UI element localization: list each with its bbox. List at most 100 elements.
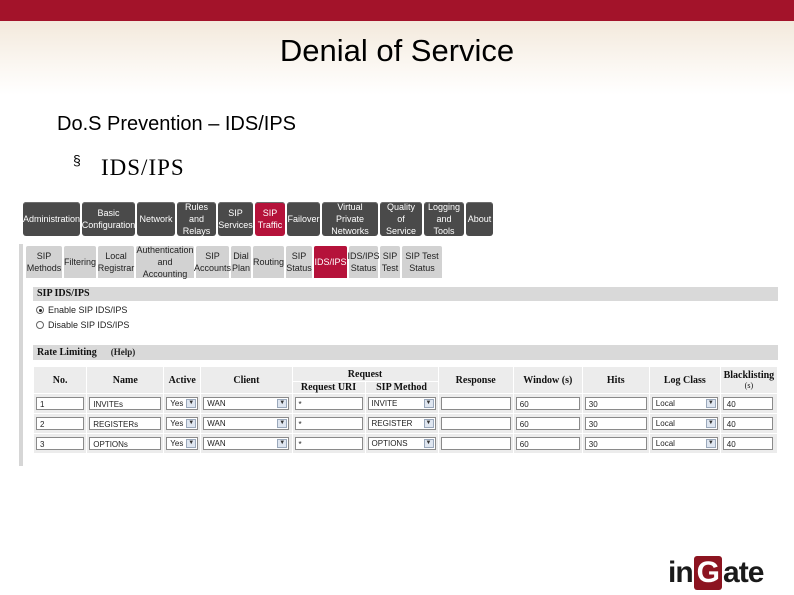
top-nav-failover[interactable]: Failover [287, 202, 320, 236]
client-select[interactable]: WAN ▼ [203, 397, 290, 410]
top-nav-rules-and-relays[interactable]: Rules and Relays [177, 202, 216, 236]
active-select[interactable]: Yes ▼ [166, 417, 199, 430]
hits-input[interactable]: 30 [584, 417, 647, 430]
top-nav-label: SIP Services [218, 208, 253, 230]
top-nav-label: Rules and Relays [182, 202, 211, 236]
response-input[interactable] [440, 437, 511, 450]
window-input[interactable]: 60 [515, 437, 580, 450]
tab-routing[interactable]: Routing [253, 246, 284, 278]
client-select[interactable]: WAN ▼ [203, 417, 290, 430]
slide-subheading: Do.S Prevention – IDS/IPS [57, 113, 297, 135]
hits-input[interactable]: 30 [584, 437, 647, 450]
hits-input[interactable]: 30 [584, 397, 647, 410]
tab-filtering[interactable]: Filtering [64, 246, 96, 278]
select-value: INVITE [371, 399, 398, 408]
tab-label: Local Registrar [97, 251, 135, 273]
select-value: Local [655, 399, 675, 408]
log-class-select[interactable]: Local ▼ [651, 437, 718, 450]
tab-sip-accounts[interactable]: SIP Accounts [194, 246, 231, 278]
tab-sip-status[interactable]: SIP Status [286, 246, 312, 278]
select-value: WAN [207, 439, 226, 448]
select-value: Local [655, 419, 675, 428]
tab-label: SIP Test [381, 251, 399, 273]
logo-suffix: ate [723, 556, 764, 589]
top-nav-label: SIP Traffic [257, 208, 283, 230]
top-nav-sip-traffic[interactable]: SIP Traffic [255, 202, 285, 236]
col-hits: Hits [581, 366, 650, 394]
tab-local-registrar[interactable]: Local Registrar [98, 246, 134, 278]
tab-dial-plan[interactable]: Dial Plan [231, 246, 251, 278]
top-nav-label: Virtual Private Networks [331, 202, 369, 236]
request-uri-input[interactable]: * [294, 437, 363, 450]
tab-label: IDS/IPS [314, 257, 347, 267]
chevron-down-icon: ▼ [705, 419, 716, 428]
tab-ids-ips[interactable]: IDS/IPS [314, 246, 347, 278]
col-no: No. [32, 366, 88, 394]
radio-icon[interactable] [36, 321, 44, 329]
blacklisting-unit: (s) [744, 381, 754, 390]
top-nav-network[interactable]: Network [137, 202, 175, 236]
select-value: OPTIONS [371, 439, 408, 448]
col-client: Client [200, 366, 293, 394]
top-nav-about[interactable]: About [466, 202, 493, 236]
no-input[interactable]: 3 [36, 437, 84, 450]
tab-authentication-and-accounting[interactable]: Authentication and Accounting [136, 245, 194, 279]
chevron-down-icon: ▼ [705, 439, 716, 448]
window-input[interactable]: 60 [515, 417, 580, 430]
tab-sip-methods[interactable]: SIP Methods [26, 246, 62, 278]
no-input[interactable]: 2 [36, 417, 84, 430]
rate-limiting-table: No. Name Active Client Request Response … [32, 366, 779, 454]
top-nav-basic-configuration[interactable]: Basic Configuration [82, 202, 135, 236]
client-select[interactable]: WAN ▼ [203, 437, 290, 450]
sip-method-select[interactable]: OPTIONS ▼ [367, 437, 436, 450]
log-class-select[interactable]: Local ▼ [651, 417, 718, 430]
tab-sip-test-status[interactable]: SIP Test Status [402, 246, 442, 278]
sip-method-select[interactable]: REGISTER ▼ [367, 417, 436, 430]
name-input[interactable]: REGISTERs [89, 417, 162, 430]
tab-label: SIP Status [286, 251, 312, 273]
blacklisting-input[interactable]: 40 [722, 417, 773, 430]
chevron-down-icon: ▼ [277, 399, 288, 408]
table-row: 1 INVITEs Yes ▼ WAN ▼ * INVITE ▼ 60 30 Loca… [32, 393, 779, 414]
col-window: Window (s) [512, 366, 583, 394]
radio-selected-icon[interactable] [36, 306, 44, 314]
disable-sip-ids-ips-option[interactable]: Disable SIP IDS/IPS [36, 320, 129, 330]
response-input[interactable] [440, 417, 511, 430]
slide-title: Denial of Service [279, 33, 515, 68]
request-uri-input[interactable]: * [294, 417, 363, 430]
request-uri-input[interactable]: * [294, 397, 363, 410]
no-input[interactable]: 1 [36, 397, 84, 410]
top-nav-quality-of-service[interactable]: Quality of Service [380, 202, 422, 236]
sip-ids-ips-header: SIP IDS/IPS [33, 287, 778, 301]
chevron-down-icon: ▼ [186, 439, 197, 448]
tab-label: Dial Plan [231, 251, 250, 273]
window-input[interactable]: 60 [515, 397, 580, 410]
top-nav-virtual-private-networks[interactable]: Virtual Private Networks [322, 202, 378, 236]
response-input[interactable] [440, 397, 511, 410]
top-nav-label: About [467, 214, 492, 224]
top-nav-label: Logging and Tools [427, 202, 461, 236]
select-value: REGISTER [371, 419, 413, 428]
name-input[interactable]: OPTIONs [89, 437, 162, 450]
sip-method-select[interactable]: INVITE ▼ [367, 397, 436, 410]
top-nav-administration[interactable]: Administration [23, 202, 80, 236]
top-nav-sip-services[interactable]: SIP Services [218, 202, 253, 236]
top-nav-label: Administration [22, 214, 81, 224]
active-select[interactable]: Yes ▼ [166, 397, 199, 410]
select-value: Local [655, 439, 675, 448]
name-input[interactable]: INVITEs [89, 397, 162, 410]
tab-label: SIP Test Status [405, 251, 439, 273]
active-select[interactable]: Yes ▼ [166, 437, 199, 450]
help-link[interactable]: (Help) [111, 347, 136, 357]
log-class-select[interactable]: Local ▼ [651, 397, 718, 410]
top-accent-bar [0, 0, 794, 21]
tab-ids-ips-status[interactable]: IDS/IPS Status [348, 246, 380, 278]
enable-sip-ids-ips-option[interactable]: Enable SIP IDS/IPS [36, 305, 127, 315]
blacklisting-input[interactable]: 40 [722, 437, 773, 450]
rate-limiting-header: Rate Limiting (Help) [33, 345, 778, 360]
top-nav-logging-and-tools[interactable]: Logging and Tools [424, 202, 464, 236]
tab-sip-test[interactable]: SIP Test [380, 246, 400, 278]
blacklisting-input[interactable]: 40 [722, 397, 773, 410]
col-response: Response [437, 366, 514, 394]
col-active: Active [163, 366, 202, 394]
